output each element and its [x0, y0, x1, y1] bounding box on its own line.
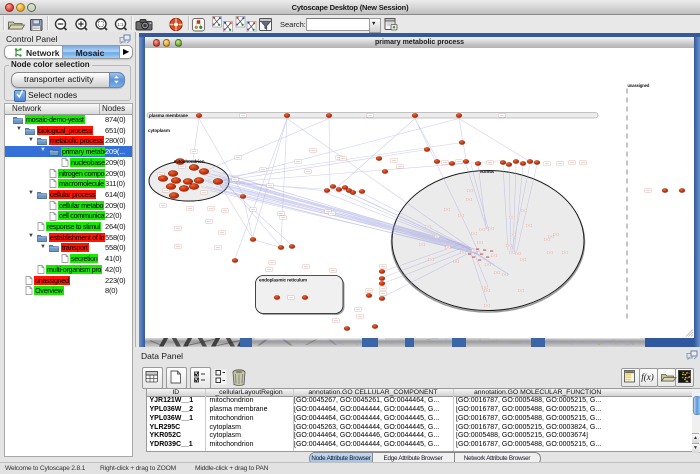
- svg-text:endoplasmic reticulum: endoplasmic reticulum: [259, 277, 307, 282]
- svg-text:plasma membrane: plasma membrane: [149, 113, 188, 118]
- svg-text:mitochondrion: mitochondrion: [174, 159, 205, 164]
- svg-text:cytoplasm: cytoplasm: [148, 128, 170, 133]
- svg-text:f(x): f(x): [641, 372, 654, 382]
- svg-text:1:1: 1:1: [117, 22, 124, 27]
- svg-text:unassigned: unassigned: [628, 83, 650, 88]
- svg-text:nucleus: nucleus: [480, 169, 494, 174]
